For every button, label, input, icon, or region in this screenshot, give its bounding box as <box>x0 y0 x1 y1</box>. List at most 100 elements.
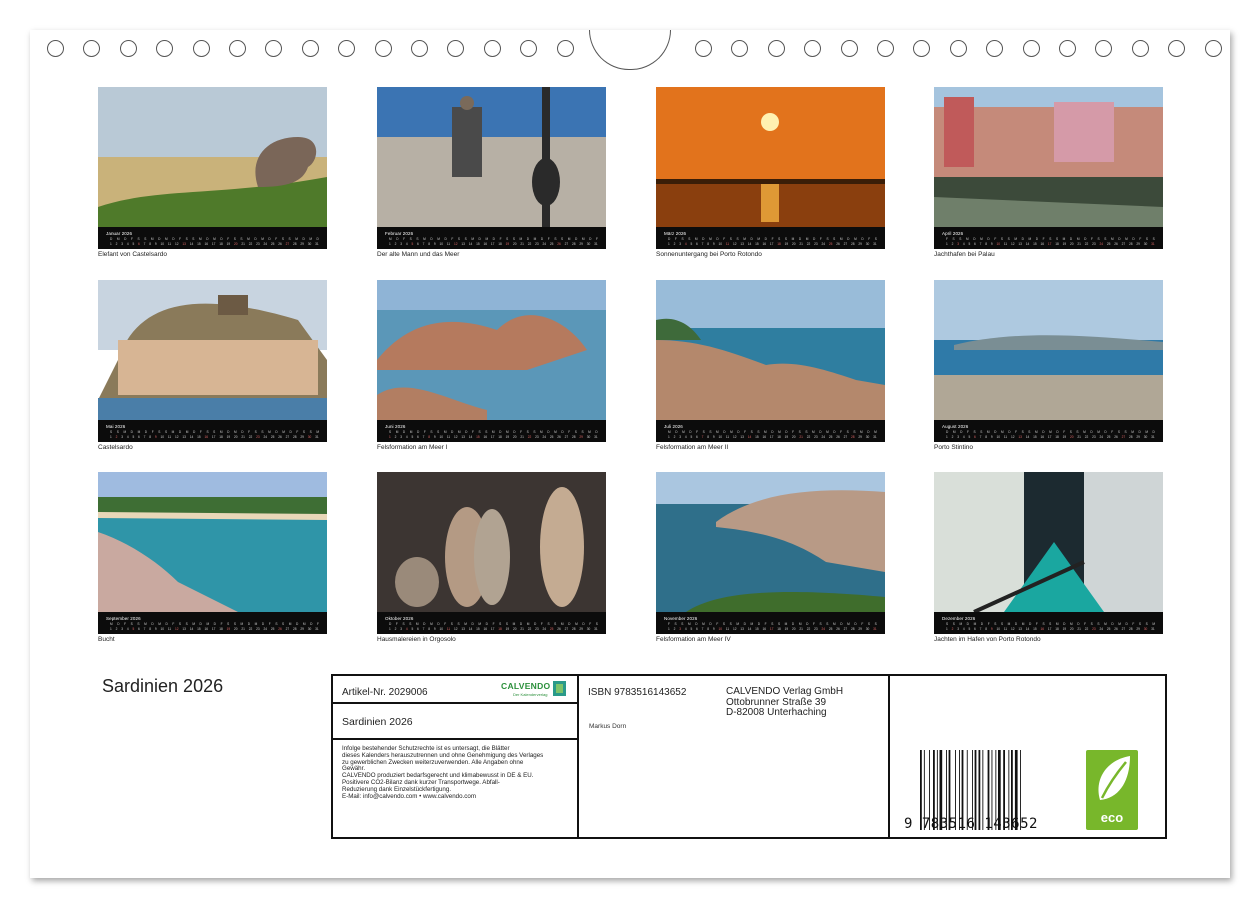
weekday-row: MDFSSMDMDFSSMDMDFSSMDMDFSSMDMDF <box>389 237 598 241</box>
binding-ring <box>556 40 574 57</box>
photo-caption: Elefant von Castelsardo <box>98 251 168 258</box>
publisher-address: CALVENDO Verlag GmbH Ottobrunner Straße 3… <box>726 686 844 719</box>
month-calendar-strip: November 2026 F S S M D M D F S S M D M D F S S M D M D F S S M D M… <box>656 612 885 634</box>
month-card: April 2026 F S S M D M D F S S M D M D F S S M D M D F S S M D M D F S… <box>934 87 1163 261</box>
day-number-row: 1 2 3 4 5 6 7 8 9 10 11 12 13 14 15 16 17 18 19 20 21 22 23 24 2… <box>110 627 319 631</box>
month-card: Dezember 2026 S S M D M D F S S M D M D F S S M D M D F S S M D M D… <box>934 472 1163 646</box>
weekday-row: DMDFSSMDMDFSSMDMDFSSMDMDFSSMDMD <box>110 237 319 241</box>
legal-line: zu gewerblichen Zwecken weiterzuverwende… <box>342 758 524 766</box>
month-calendar-strip: Januar 2026 D M D F S S M D M D F S S M D M D F S S M D M D F S S M D… <box>98 227 327 249</box>
month-card: Oktober 2026 D F S S M D M D F S S M D M D F S S M D M D F S S M D M… <box>377 472 606 646</box>
binding-ring <box>913 40 931 57</box>
weekday-row: SSMDMDFSSMDMDFSSMDMDFSSMDMDFSSM <box>110 430 319 434</box>
weekday-row: DMDFSSMDMDFSSMDMDFSSMDMDFSSMDMD <box>946 430 1155 434</box>
brand-mark-icon <box>553 681 566 696</box>
author-name: Markus Dorn <box>589 723 627 730</box>
day-number-row: 1 2 3 4 5 6 7 8 9 10 11 12 13 14 15 16 17 18 19 20 21 22 23 24 2… <box>668 627 877 631</box>
month-calendar-strip: August 2026 D M D F S S M D M D F S S M D M D F S S M D M D F S S M D… <box>934 420 1163 442</box>
month-label: Januar 2026 <box>106 231 133 236</box>
barcode-number: 9 783516 143652 <box>904 816 1038 832</box>
binding-ring <box>986 40 1004 57</box>
binding-ring <box>877 40 894 57</box>
month-photo <box>98 280 327 420</box>
binding-ring <box>483 40 501 57</box>
binding-ring <box>374 40 392 57</box>
month-calendar-strip: April 2026 F S S M D M D F S S M D M D F S S M D M D F S S M D M D F S… <box>934 227 1163 249</box>
eco-badge: eco <box>1086 750 1138 830</box>
month-card: November 2026 F S S M D M D F S S M D M D F S S M D M D F S S M D M… <box>656 472 885 646</box>
month-photo <box>656 280 885 420</box>
info-column-article: Artikel-Nr. 2029006 CALVENDO Der Kalende… <box>333 676 579 837</box>
weekday-row: DFSSMDMDFSSMDMDFSSMDMDFSSMDMDFS <box>389 622 598 626</box>
photo-caption: Jachthafen bei Palau <box>934 251 995 258</box>
photo-caption: Felsformation am Meer IV <box>656 636 731 643</box>
month-calendar-strip: Juni 2026 S M D M D F S S M D M D F S S M D M D F S S M D M D F S S M D… <box>377 420 606 442</box>
month-photo <box>377 472 606 612</box>
calendar-title: Sardinien 2026 <box>102 676 224 696</box>
month-card: August 2026 D M D F S S M D M D F S S M D M D F S S M D M D F S S M D… <box>934 280 1163 454</box>
publisher-line: CALVENDO Verlag GmbH <box>726 686 844 697</box>
photo-caption: Porto Stintino <box>934 444 974 451</box>
weekday-row: FSSMDMDFSSMDMDFSSMDMDFSSMDMDFSS <box>946 237 1155 241</box>
weekday-row: MDMDFSSMDMDFSSMDMDFSSMDMDFSSMDM <box>668 430 877 434</box>
product-info-box: Artikel-Nr. 2029006 CALVENDO Der Kalende… <box>331 674 1167 839</box>
month-photo <box>934 472 1163 612</box>
day-number-row: 1 2 3 4 5 6 7 8 9 10 11 12 13 14 15 16 17 18 19 20 21 22 23 24 2… <box>946 435 1155 439</box>
month-label: November 2026 <box>664 616 698 621</box>
weekday-row: SMDMDFSSMDMDFSSMDMDFSSMDMDFSSMD <box>389 430 598 434</box>
photo-caption: Jachten im Hafen von Porto Rotondo <box>934 636 1041 643</box>
binding-ring <box>229 40 246 57</box>
month-photo <box>656 472 885 612</box>
month-calendar-strip: Juli 2026 M D M D F S S M D M D F S S M D M D F S S M D M D F S S M D M… <box>656 420 885 442</box>
day-number-row: 1 2 3 4 5 6 7 8 9 10 11 12 13 14 15 16 17 18 19 20 21 22 23 24 2… <box>110 435 319 439</box>
legal-notice: Infolge bestehender Schutzrechte ist es … <box>342 745 574 800</box>
article-row: Artikel-Nr. 2029006 CALVENDO Der Kalende… <box>333 676 577 704</box>
month-photo <box>656 87 885 227</box>
month-calendar-strip: Oktober 2026 D F S S M D M D F S S M D M D F S S M D M D F S S M D M… <box>377 612 606 634</box>
month-label: September 2026 <box>106 616 141 621</box>
month-photo <box>98 472 327 612</box>
day-number-row: 1 2 3 4 5 6 7 8 9 10 11 12 13 14 15 16 17 18 19 20 21 22 23 24 2… <box>389 242 598 246</box>
binding-ring <box>301 40 319 57</box>
binding-ring <box>804 40 822 57</box>
photo-caption: Bucht <box>98 636 115 643</box>
month-photo <box>934 87 1163 227</box>
month-card: Juni 2026 S M D M D F S S M D M D F S S M D M D F S S M D M D F S S M D… <box>377 280 606 454</box>
weekday-row: SSMDMDFSSMDMDFSSMDMDFSSMDMDFSSM <box>946 622 1155 626</box>
binding-ring <box>447 40 465 57</box>
title-row: Sardinien 2026 <box>333 704 577 740</box>
day-number-row: 1 2 3 4 5 6 7 8 9 10 11 12 13 14 15 16 17 18 19 20 21 22 23 24 2… <box>946 242 1155 246</box>
photo-caption: Felsformation am Meer I <box>377 444 448 451</box>
day-number-row: 1 2 3 4 5 6 7 8 9 10 11 12 13 14 15 16 17 18 19 20 21 22 23 24 2… <box>389 435 598 439</box>
binding-ring <box>47 40 64 57</box>
month-label: August 2026 <box>942 424 969 429</box>
product-title: Sardinien 2026 <box>342 716 413 728</box>
leaf-icon <box>1098 756 1130 800</box>
photo-caption: Castelsardo <box>98 444 133 451</box>
month-calendar-strip: Februar 2026 M D F S S M D M D F S S M D M D F S S M D M D F S S M D… <box>377 227 606 249</box>
binding-ring <box>338 40 356 57</box>
brand-subtitle: Der Kalenderverlag <box>513 692 548 697</box>
month-card: September 2026 M D F S S M D M D F S S M D M D F S S M D M D F S S… <box>98 472 327 646</box>
month-label: März 2026 <box>664 231 687 236</box>
month-photo <box>98 87 327 227</box>
month-card: Juli 2026 M D M D F S S M D M D F S S M D M D F S S M D M D F S S M D M… <box>656 280 885 454</box>
month-label: Mai 2026 <box>106 424 126 429</box>
binding-ring <box>1204 40 1222 57</box>
binding-ring <box>1095 40 1113 57</box>
binding-ring <box>265 40 283 57</box>
month-label: Februar 2026 <box>385 231 414 236</box>
month-card: Mai 2026 S S M D M D F S S M D M D F S S M D M D F S S M D M D F S S M 1… <box>98 280 327 454</box>
binding-ring <box>731 40 749 57</box>
binding-ring <box>695 40 712 57</box>
photo-caption: Hausmalereien in Orgosolo <box>377 636 456 643</box>
publisher-line: D-82008 Unterhaching <box>726 707 827 718</box>
month-card: März 2026 D F S S M D M D F S S M D M D F S S M D M D F S S M D M D F S… <box>656 87 885 261</box>
binding-ring <box>1131 40 1149 57</box>
article-number: Artikel-Nr. 2029006 <box>342 687 428 698</box>
month-label: Juli 2026 <box>664 424 683 429</box>
photo-caption: Felsformation am Meer II <box>656 444 729 451</box>
isbn: ISBN 9783516143652 <box>588 687 687 698</box>
month-calendar-strip: September 2026 M D F S S M D M D F S S M D M D F S S M D M D F S S… <box>98 612 327 634</box>
month-label: Dezember 2026 <box>942 616 976 621</box>
